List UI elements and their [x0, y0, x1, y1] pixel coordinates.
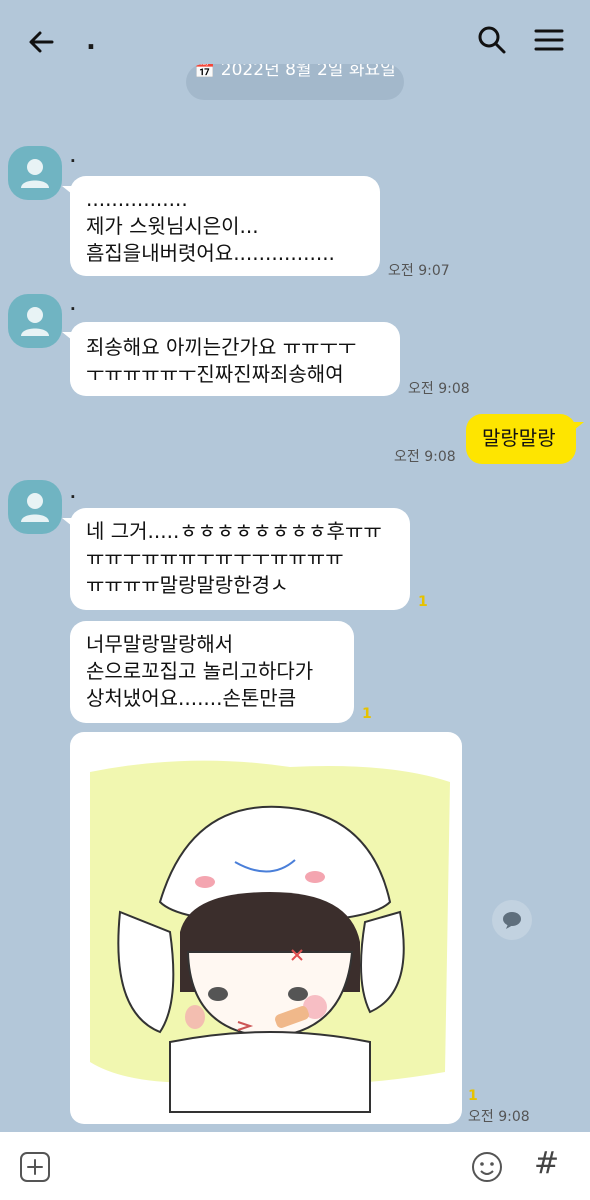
message-time: 오전 9:08 [408, 381, 470, 397]
search-icon[interactable] [474, 22, 510, 58]
default-profile-icon [21, 159, 49, 188]
chat-bubble-icon [503, 912, 521, 929]
message-bubble[interactable]: 네 그거.....ㅎㅎㅎㅎㅎㅎㅎㅎ후ㅠㅠ ㅠㅠㅜㅠㅠㅠㅜㅠㅜㅜㅠㅠㅠㅠ ㅠㅠㅠㅠ… [62, 508, 410, 610]
unread-count: 1 [362, 706, 372, 722]
sender-name: . [70, 484, 76, 502]
unread-count: 1 [468, 1088, 478, 1104]
default-profile-icon [21, 307, 49, 336]
message-bubble[interactable]: ................ 제가 스윗님시은이... 흠집을내버렷어요..… [62, 176, 380, 276]
my-message-bubble[interactable]: 말랑말랑 [466, 414, 584, 464]
sender-name: . [70, 148, 76, 166]
menu-icon[interactable] [530, 22, 568, 58]
avatar[interactable] [8, 480, 62, 534]
image-message[interactable] [70, 732, 462, 1124]
avatar[interactable] [8, 294, 62, 348]
unread-count: 1 [418, 594, 428, 610]
message-time: 오전 9:08 [468, 1109, 530, 1125]
message-time: 오전 9:07 [388, 263, 450, 279]
back-arrow-icon[interactable] [22, 22, 62, 62]
emoji-icon[interactable] [470, 1150, 504, 1184]
sticker-illustration [90, 760, 450, 1113]
default-profile-icon [21, 493, 49, 522]
avatar[interactable] [8, 146, 62, 200]
share-button[interactable] [492, 900, 532, 940]
message-time: 오전 9:08 [394, 449, 456, 465]
add-attachment-icon[interactable] [18, 1150, 52, 1184]
message-bubble[interactable]: 죄송해요 아끼는간가요 ㅠㅠㅜㅜ ㅜㅠㅠㅠㅠㅜ진짜진짜죄송해여 [62, 322, 400, 396]
room-title: . [86, 26, 96, 56]
sender-name: . [70, 296, 76, 314]
hashtag-button[interactable]: # [534, 1146, 568, 1186]
message-bubble[interactable]: 너무말랑말랑해서 손으로꼬집고 놀리고하다가 상처냈어요.......손톤만큼 [70, 621, 354, 723]
date-divider: 📅 2022년 8월 2일 화요일 [186, 64, 404, 100]
input-bar: # [0, 1132, 590, 1200]
